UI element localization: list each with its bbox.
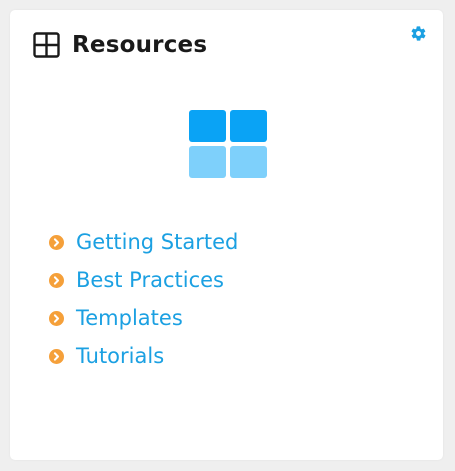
list-item: Best Practices: [49, 261, 238, 299]
resource-links: Getting Started Best Practices Templates…: [49, 223, 238, 375]
list-item: Templates: [49, 299, 238, 337]
link-templates[interactable]: Templates: [76, 306, 183, 330]
gear-icon[interactable]: [410, 25, 427, 42]
link-getting-started[interactable]: Getting Started: [76, 230, 238, 254]
chevron-right-circle-icon: [49, 348, 64, 364]
tiles-icon: [189, 110, 267, 178]
resources-widget: Resources Getting Started Best Practices: [10, 10, 443, 460]
list-item: Tutorials: [49, 337, 238, 375]
chevron-right-circle-icon: [49, 234, 64, 250]
chevron-right-circle-icon: [49, 272, 64, 288]
grid-icon: [33, 32, 60, 58]
widget-header: Resources: [33, 32, 207, 58]
link-best-practices[interactable]: Best Practices: [76, 268, 224, 292]
widget-title: Resources: [72, 32, 208, 58]
chevron-right-circle-icon: [49, 310, 64, 326]
link-tutorials[interactable]: Tutorials: [76, 344, 164, 368]
list-item: Getting Started: [49, 223, 238, 261]
